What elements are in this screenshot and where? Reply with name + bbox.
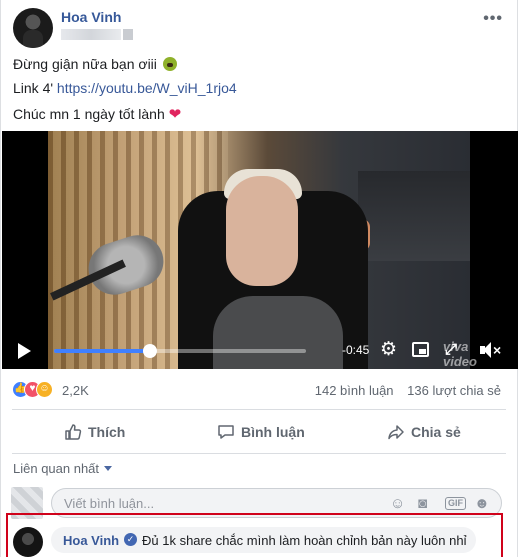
reply-text: Đủ 1k share chắc mình làm hoàn chỉnh bản…	[142, 533, 467, 548]
chevron-down-icon	[104, 466, 113, 471]
post-stats: 142 bình luận 136 lượt chia sẻ	[315, 383, 501, 398]
video-time-remaining: -0:45	[342, 343, 370, 357]
video-controls: -0:45 ⚙ ⤢ ×	[2, 333, 518, 369]
comment-placeholder: Viết bình luận...	[64, 496, 155, 511]
comment-button[interactable]: Bình luận	[217, 410, 305, 453]
haha-reaction-icon: ☺	[36, 381, 53, 398]
heart-emoji-icon: ❤	[168, 106, 182, 123]
reply-author-avatar[interactable]	[13, 527, 43, 557]
like-label: Thích	[88, 423, 126, 440]
privacy-icon	[123, 29, 133, 40]
facebook-post: Hoa Vinh ••• Đừng giận nữa bạn ơiii Link…	[0, 0, 518, 557]
video-scrubber-handle[interactable]	[142, 344, 157, 358]
post-action-bar: Thích Bình luận Chia sẻ	[12, 410, 506, 453]
comment-count[interactable]: 142 bình luận	[315, 383, 394, 398]
share-button[interactable]: Chia sẻ	[387, 410, 461, 453]
reaction-count[interactable]: 2,2K	[62, 383, 89, 398]
post-text-line-1: Đừng giận nữa bạn ơiii	[13, 56, 177, 72]
sticker-icon[interactable]: ☻	[474, 495, 490, 512]
comment-bubble-icon	[218, 424, 234, 439]
post-text-line-2: Link 4' https://youtu.be/W_viH_1rjo4	[13, 80, 237, 96]
share-label: Chia sẻ	[411, 423, 461, 440]
thumbs-up-icon	[65, 423, 82, 440]
reply-author-name[interactable]: Hoa Vinh	[63, 533, 119, 548]
post-header: Hoa Vinh •••	[11, 6, 509, 48]
author-name[interactable]: Hoa Vinh	[61, 9, 121, 25]
verified-badge-icon: ✓	[124, 533, 137, 546]
share-count[interactable]: 136 lượt chia sẻ	[407, 383, 501, 398]
share-arrow-icon	[388, 424, 404, 439]
emoji-icon[interactable]: ☺	[390, 495, 405, 512]
comment-sort-dropdown[interactable]: Liên quan nhất	[13, 461, 113, 476]
settings-gear-icon[interactable]: ⚙	[380, 340, 397, 360]
youtube-link[interactable]: https://youtu.be/W_viH_1rjo4	[57, 80, 237, 96]
author-avatar[interactable]	[13, 8, 53, 48]
picture-in-picture-icon[interactable]	[412, 342, 429, 357]
divider	[12, 453, 506, 454]
video-player[interactable]: viva video -0:45 ⚙ ⤢ ×	[2, 131, 518, 369]
gif-icon[interactable]: GIF	[445, 497, 466, 510]
camera-icon[interactable]: ◙	[418, 495, 427, 512]
post-text-line-3: Chúc mn 1 ngày tốt lành ❤	[13, 106, 182, 123]
comment-bubble: Hoa Vinh ✓ Đủ 1k share chắc mình làm hoà…	[51, 527, 476, 553]
video-progress-fill	[54, 349, 150, 353]
like-button[interactable]: Thích	[64, 410, 125, 453]
more-options-icon[interactable]: •••	[483, 10, 503, 28]
play-icon[interactable]	[18, 343, 31, 359]
grinning-emoji-icon	[162, 57, 177, 71]
post-timestamp-blurred	[61, 29, 121, 40]
fullscreen-icon[interactable]: ⤢	[445, 341, 457, 359]
video-progress-bar[interactable]	[54, 344, 306, 358]
volume-muted-icon[interactable]: ×	[480, 341, 502, 359]
comment-label: Bình luận	[241, 423, 305, 440]
